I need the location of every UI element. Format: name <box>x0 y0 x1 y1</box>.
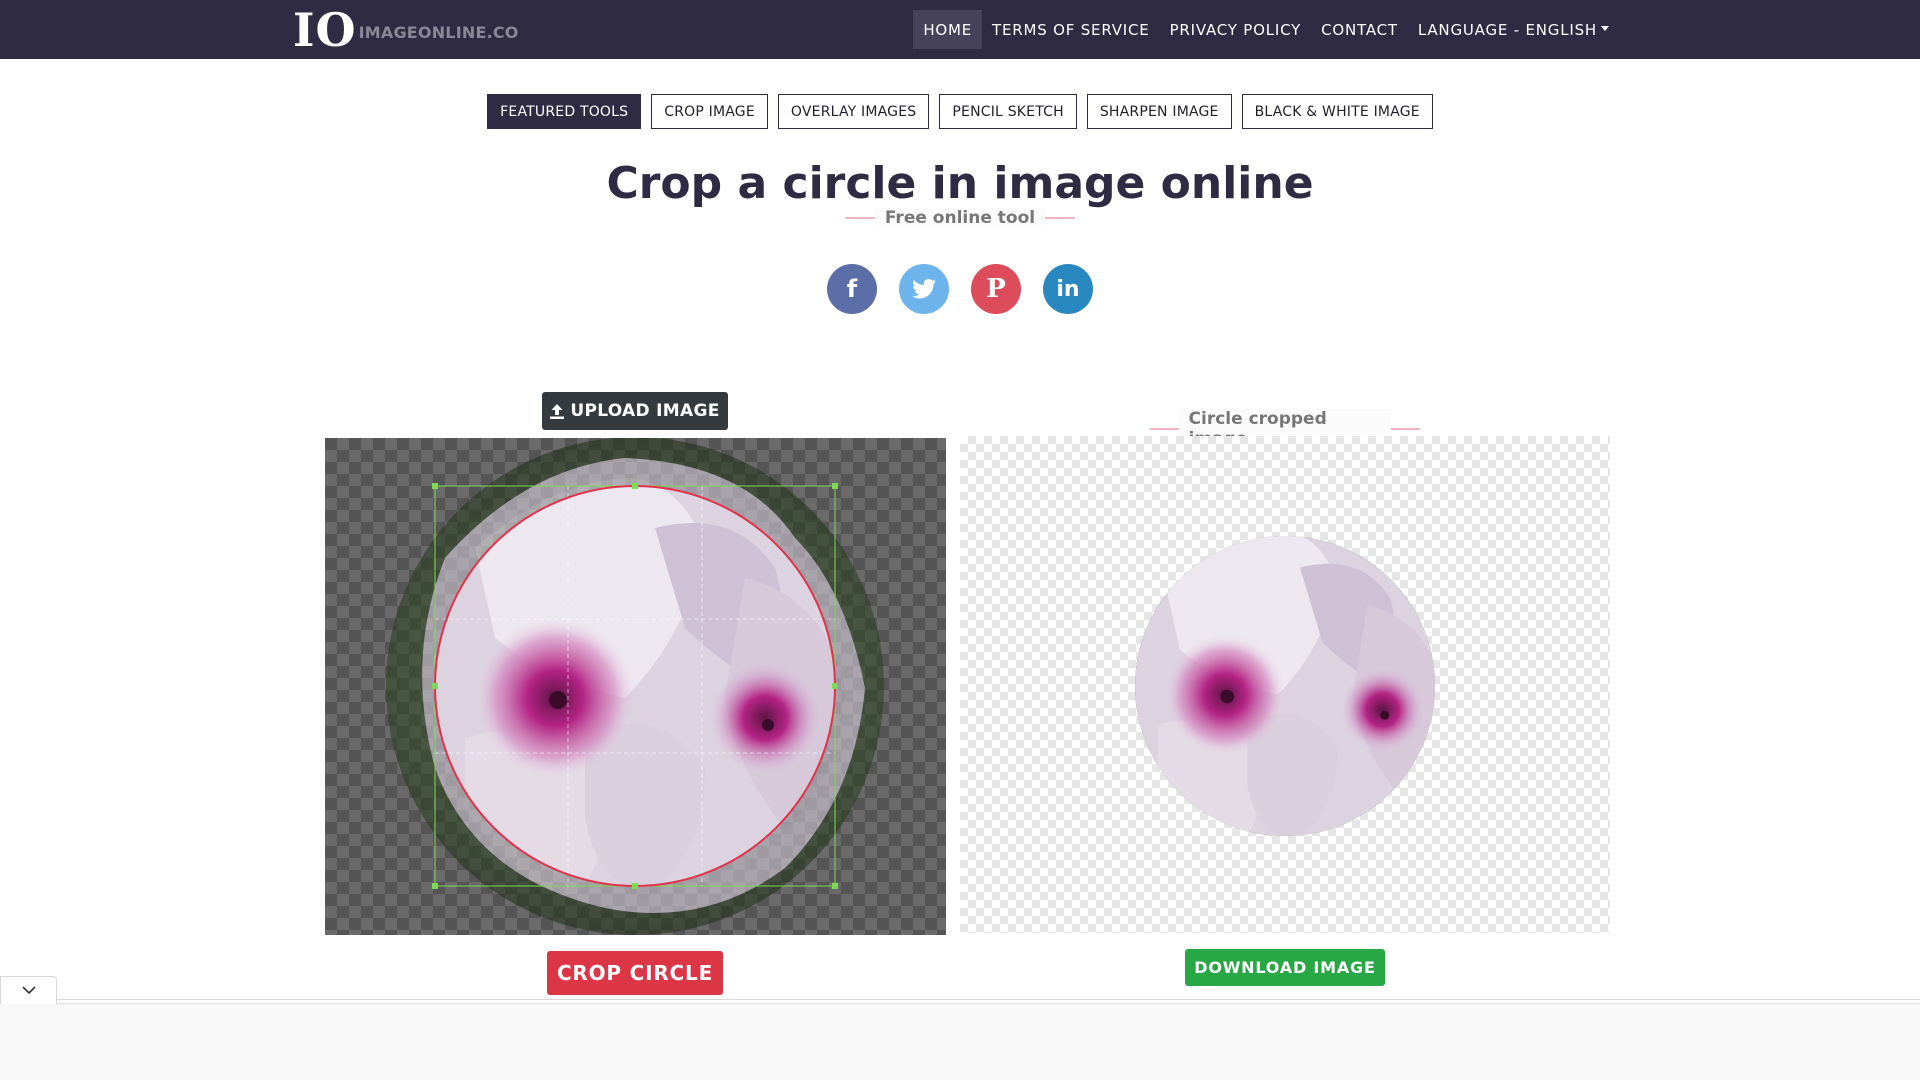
download-image-button[interactable]: DOWNLOAD IMAGE <box>1185 949 1385 986</box>
twitter-share-button[interactable] <box>899 264 949 314</box>
chevron-down-icon <box>21 986 36 995</box>
divider-right <box>1391 428 1420 430</box>
nav-privacy-policy[interactable]: PRIVACY POLICY <box>1160 10 1312 49</box>
upload-image-button[interactable]: UPLOAD IMAGE <box>542 392 728 430</box>
circle-cropped-image <box>1135 536 1435 836</box>
crop-circle-button[interactable]: CROP CIRCLE <box>547 951 723 995</box>
tab-overlay-images[interactable]: OVERLAY IMAGES <box>777 94 930 129</box>
upload-icon <box>550 403 565 419</box>
nav-home[interactable]: HOME <box>913 10 983 49</box>
page-subtitle: Free online tool <box>874 208 1046 228</box>
nav-links: HOME TERMS OF SERVICE PRIVACY POLICY CON… <box>913 10 1619 49</box>
logo-text: IMAGEONLINE.CO <box>358 22 519 42</box>
divider-left <box>1150 428 1179 430</box>
tool-tabs: FEATURED TOOLS CROP IMAGE OVERLAY IMAGES… <box>0 94 1920 129</box>
crop-editor-canvas[interactable] <box>325 438 946 935</box>
nav-contact[interactable]: CONTACT <box>1311 10 1408 49</box>
top-navbar: IO IMAGEONLINE.CO HOME TERMS OF SERVICE … <box>0 0 1920 59</box>
language-dropdown[interactable]: LANGUAGE - ENGLISH <box>1408 10 1619 49</box>
bottom-ad-bar <box>0 1003 1920 1080</box>
nav-terms-of-service[interactable]: TERMS OF SERVICE <box>982 10 1160 49</box>
tab-black-white-image[interactable]: BLACK & WHITE IMAGE <box>1241 94 1433 129</box>
divider-left <box>844 217 875 219</box>
tab-crop-image[interactable]: CROP IMAGE <box>651 94 768 129</box>
facebook-icon: f <box>846 275 858 303</box>
bottom-divider <box>0 999 1920 1000</box>
linkedin-share-button[interactable]: in <box>1043 264 1093 314</box>
tab-featured-tools[interactable]: FEATURED TOOLS <box>487 94 642 129</box>
collapse-button[interactable] <box>0 976 57 1004</box>
social-share: f P in <box>0 264 1920 314</box>
crop-editor[interactable] <box>325 438 946 935</box>
subtitle-row: Free online tool <box>0 208 1920 228</box>
pinterest-share-button[interactable]: P <box>971 264 1021 314</box>
upload-image-label: UPLOAD IMAGE <box>570 401 720 421</box>
linkedin-icon: in <box>1056 276 1080 302</box>
logo-mark: IO <box>293 3 357 57</box>
tab-pencil-sketch[interactable]: PENCIL SKETCH <box>939 94 1077 129</box>
divider-right <box>1045 217 1076 219</box>
twitter-icon <box>912 279 936 299</box>
tab-sharpen-image[interactable]: SHARPEN IMAGE <box>1086 94 1232 129</box>
language-label: LANGUAGE - ENGLISH <box>1417 20 1597 39</box>
pinterest-icon: P <box>986 274 1006 304</box>
caret-down-icon <box>1601 26 1609 31</box>
site-logo[interactable]: IO IMAGEONLINE.CO <box>293 6 519 54</box>
page-title: Crop a circle in image online <box>606 158 1314 209</box>
result-preview <box>960 436 1610 933</box>
facebook-share-button[interactable]: f <box>827 264 877 314</box>
